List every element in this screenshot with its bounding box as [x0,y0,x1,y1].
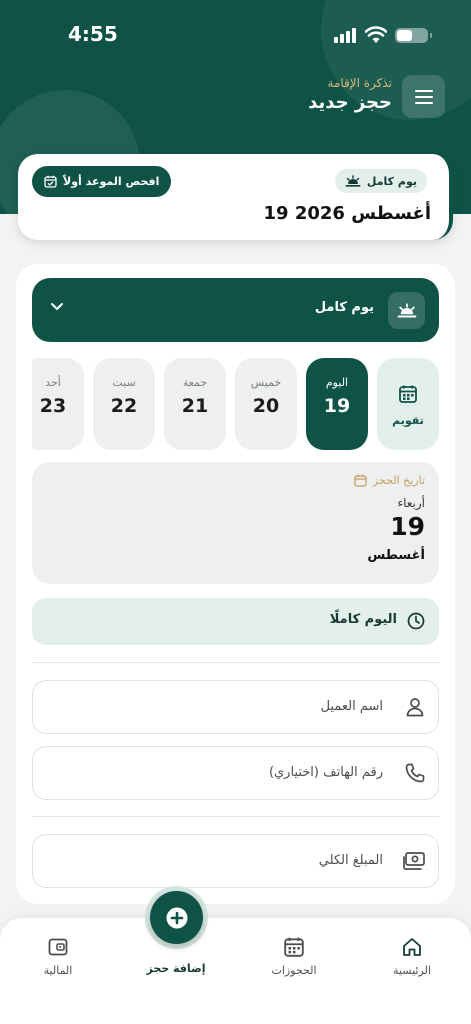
nav-add-booking[interactable]: إضافة حجز [136,962,216,975]
day-name: أحد [45,376,61,389]
divider [32,816,439,817]
booking-form-card: يوم كامل تقويم اليوم 19 خميس 20 جمعة 21 … [16,264,455,904]
customer-name-placeholder: اسم العميل [320,699,383,714]
divider [32,662,439,663]
bottom-nav: الرئيسية الحجوزات إضافة حجز المالية [0,918,471,1024]
booking-month: أغسطس [367,548,425,563]
customer-name-field[interactable]: اسم العميل [32,680,439,734]
battery-icon [395,28,432,43]
fab-button[interactable] [150,891,203,944]
booking-summary-card: يوم كامل افحص الموعد أولاً 19 أغسطس 2026 [18,154,453,240]
booking-date-box: تاريخ الحجز أربعاء 19 أغسطس [32,462,439,584]
phone-icon [405,763,425,783]
nav-add-booking-label: إضافة حجز [146,962,206,975]
status-bar: 4:55 [0,20,471,50]
check-button-label: افحص الموعد أولاً [63,175,160,188]
day-number: 20 [252,395,280,417]
booking-type-label: يوم كامل [314,300,374,315]
day-number: 21 [181,395,209,417]
day-name: جمعة [182,376,208,389]
nav-home[interactable]: الرئيسية [372,936,452,977]
home-icon [372,936,452,958]
day-button[interactable]: أحد 23 [32,358,84,450]
status-time: 4:55 [68,22,118,46]
clock-icon [407,612,425,630]
hamburger-icon [414,89,433,104]
day-picker: تقويم اليوم 19 خميس 20 جمعة 21 سبت 22 أح… [32,358,439,450]
money-icon [403,852,425,870]
booking-date-label: تاريخ الحجز [354,474,425,487]
booking-weekday: أربعاء [397,496,425,510]
day-name: خميس [250,376,282,389]
time-slot-label: اليوم كاملًا [329,612,397,627]
day-number: 19 [323,395,351,417]
day-button[interactable]: جمعة 21 [164,358,226,450]
menu-button[interactable] [402,75,445,118]
chip-label: يوم كامل [366,174,417,188]
sunrise-icon [345,175,361,187]
calendar-icon [354,474,367,487]
calendar-day-button[interactable]: تقويم [377,358,439,450]
day-name: تقويم [392,414,424,427]
summary-date: 19 أغسطس 2026 [263,203,431,224]
plus-circle-icon [166,907,187,928]
day-button-today[interactable]: اليوم 19 [306,358,368,450]
booking-type-chip: يوم كامل [334,169,427,193]
booking-type-dropdown[interactable]: يوم كامل [32,278,439,342]
nav-bookings[interactable]: الحجوزات [254,936,334,977]
sunrise-icon [388,292,425,329]
nav-home-label: الرئيسية [393,964,431,977]
chevron-down-icon [51,303,63,310]
day-number: 22 [110,395,138,417]
day-name: اليوم [325,376,349,389]
phone-placeholder: رقم الهاتف (اختياري) [268,765,383,780]
day-number: 23 [39,395,67,417]
day-name: سبت [112,376,136,389]
calendar-icon [377,384,439,404]
check-availability-button[interactable]: افحص الموعد أولاً [32,166,172,197]
total-amount-field[interactable]: المبلغ الكلي [32,834,439,888]
nav-finance-label: المالية [43,964,73,977]
time-slot-info: اليوم كاملًا [32,598,439,645]
calendar-icon [254,936,334,958]
date-label-text: تاريخ الحجز [372,474,425,487]
header-subtitle: تذكرة الإقامة [327,76,392,90]
wallet-icon [18,936,98,958]
nav-bookings-label: الحجوزات [271,964,317,977]
nav-finance[interactable]: المالية [18,936,98,977]
day-button[interactable]: خميس 20 [235,358,297,450]
user-icon [406,698,424,717]
wifi-icon [365,26,387,43]
add-booking-fab[interactable] [145,886,208,949]
day-button[interactable]: سبت 22 [93,358,155,450]
calendar-check-icon [44,175,57,188]
booking-day: 19 [390,512,425,541]
phone-field[interactable]: رقم الهاتف (اختياري) [32,746,439,800]
total-amount-placeholder: المبلغ الكلي [318,853,383,868]
signal-icon [334,27,358,43]
page-title: حجز جديد [308,92,392,113]
